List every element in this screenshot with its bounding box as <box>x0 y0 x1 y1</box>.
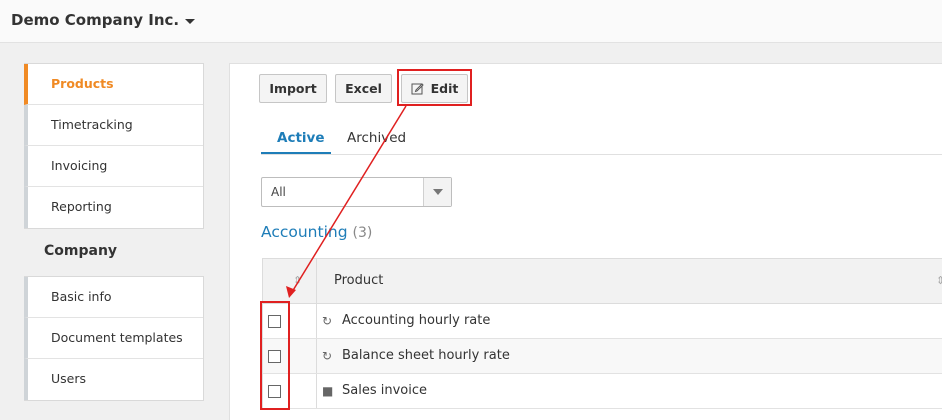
section-title: Accounting (3) <box>261 223 372 241</box>
edit-highlight-box <box>397 69 472 106</box>
column-divider <box>316 304 317 338</box>
product-name[interactable]: Sales invoice <box>342 383 427 398</box>
tab-archived[interactable]: Archived <box>347 130 406 146</box>
sidebar-item-timetracking[interactable]: Timetracking <box>24 105 203 146</box>
product-name[interactable]: Balance sheet hourly rate <box>342 348 510 363</box>
products-table: ⇕ Product ⇕ ↻ Accounting hourly rate ↻ B… <box>262 258 942 409</box>
box-icon: ■ <box>322 384 334 398</box>
import-button[interactable]: Import <box>259 74 327 103</box>
checkbox-highlight-box <box>260 301 290 410</box>
table-row[interactable]: ↻ Balance sheet hourly rate <box>263 339 942 374</box>
section-count: (3) <box>352 225 373 241</box>
status-filter-select[interactable]: All <box>261 177 452 207</box>
sidebar-group-main: Products Timetracking Invoicing Reportin… <box>24 63 204 229</box>
sidebar-group-company: Basic info Document templates Users <box>24 276 204 401</box>
excel-label: Excel <box>345 81 382 96</box>
tab-active[interactable]: Active <box>277 130 325 146</box>
tabs-divider <box>261 154 942 155</box>
excel-button[interactable]: Excel <box>335 74 392 103</box>
table-header: ⇕ Product ⇕ <box>263 259 942 304</box>
sort-icon[interactable]: ⇕ <box>936 274 942 287</box>
column-divider <box>316 339 317 373</box>
sidebar-item-invoicing[interactable]: Invoicing <box>24 146 203 187</box>
sort-icon[interactable]: ⇕ <box>293 274 302 287</box>
sidebar-heading-company: Company <box>44 243 118 259</box>
filter-value: All <box>271 185 286 199</box>
recurring-icon: ↻ <box>322 314 333 328</box>
sidebar-item-basic-info[interactable]: Basic info <box>24 277 203 318</box>
top-bar: Demo Company Inc. <box>0 0 942 43</box>
dropdown-arrow-icon[interactable] <box>423 178 451 206</box>
column-divider <box>316 374 317 408</box>
company-name: Demo Company Inc. <box>11 11 180 29</box>
sidebar-item-products[interactable]: Products <box>24 64 203 105</box>
caret-down-icon <box>185 18 196 24</box>
column-divider <box>316 259 317 303</box>
sidebar-item-reporting[interactable]: Reporting <box>24 187 203 228</box>
recurring-icon: ↻ <box>322 349 333 363</box>
import-label: Import <box>269 81 317 96</box>
column-header-product[interactable]: Product <box>334 273 383 288</box>
table-row[interactable]: ■ Sales invoice <box>263 374 942 409</box>
sidebar-item-document-templates[interactable]: Document templates <box>24 318 203 359</box>
company-switcher[interactable]: Demo Company Inc. <box>11 11 196 29</box>
sidebar-item-users[interactable]: Users <box>24 359 203 400</box>
section-name: Accounting <box>261 223 348 241</box>
table-row[interactable]: ↻ Accounting hourly rate <box>263 304 942 339</box>
product-name[interactable]: Accounting hourly rate <box>342 313 490 328</box>
